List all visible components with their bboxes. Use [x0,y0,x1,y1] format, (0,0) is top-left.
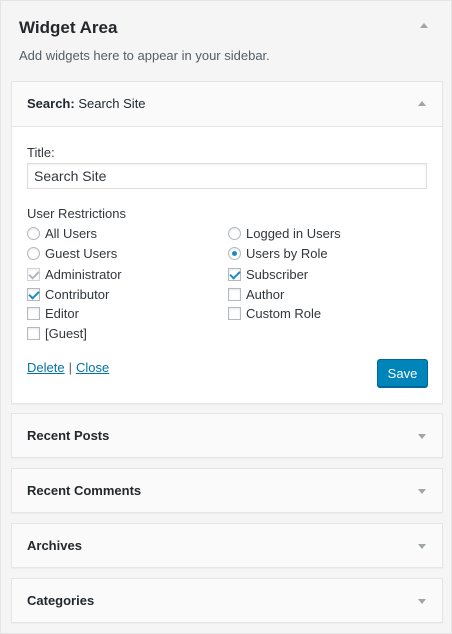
checkbox-author[interactable]: Author [228,286,284,302]
search-widget: Search: Search Site Title: User Restrict… [11,81,443,404]
widget-recent-posts: Recent Posts [11,413,443,458]
checkbox[interactable] [27,306,40,320]
checkbox-editor[interactable]: Editor [27,305,79,321]
checkbox-custom-role[interactable]: Custom Role [228,305,321,321]
close-link[interactable]: Close [76,360,109,375]
radio-label: Users by Role [246,245,328,261]
area-collapse-toggle[interactable] [417,19,431,33]
radio-label: Logged in Users [246,225,341,241]
checkbox-label: [Guest] [45,325,87,341]
widget-area: Widget Area Add widgets here to appear i… [0,0,452,634]
save-button[interactable]: Save [377,359,428,387]
search-widget-form: Title: User Restrictions All Users Logge… [12,126,442,403]
radio-button[interactable] [27,246,40,260]
radio-button[interactable] [228,246,241,260]
delete-link[interactable]: Delete [27,360,65,375]
expand-arrow[interactable] [417,486,427,496]
radio-label: Guest Users [45,245,118,261]
radio-guest-users[interactable]: Guest Users [27,245,117,261]
checkbox[interactable] [27,326,40,340]
checkbox[interactable] [228,306,241,320]
title-input[interactable] [27,163,427,189]
radio-all-users[interactable]: All Users [27,225,97,241]
widget-categories: Categories [11,578,443,623]
triangle-up-icon [418,101,426,106]
title-label: Title: [27,145,55,160]
radio-button[interactable] [228,226,241,240]
widget-area-description: Add widgets here to appear in your sideb… [19,48,270,63]
widget-header[interactable]: Recent Comments [12,469,442,512]
widget-archives: Archives [11,523,443,568]
radio-logged-in-users[interactable]: Logged in Users [228,225,341,241]
widget-recent-comments: Recent Comments [11,468,443,513]
checkbox-subscriber[interactable]: Subscriber [228,266,308,282]
radio-button[interactable] [27,226,40,240]
link-separator: | [68,360,72,375]
widget-header[interactable]: Recent Posts [12,414,442,457]
triangle-down-icon [418,599,426,604]
widget-title: Categories [27,593,95,608]
checkbox-label: Author [246,286,285,302]
checkbox[interactable] [27,287,40,301]
widget-header[interactable]: Archives [12,524,442,567]
radio-label: All Users [45,225,98,241]
widget-name: Search: [27,96,75,111]
checkbox-label: Editor [45,305,79,321]
triangle-down-icon [418,489,426,494]
triangle-down-icon [418,544,426,549]
checkbox-label: Subscriber [246,266,309,282]
checkbox-label: Contributor [45,286,110,302]
checkbox-administrator[interactable]: Administrator [27,266,122,282]
widget-header[interactable]: Categories [12,579,442,622]
user-restrictions-label: User Restrictions [27,206,126,221]
expand-arrow[interactable] [417,596,427,606]
checkbox[interactable] [228,267,241,281]
widget-control-links: Delete | Close [27,360,109,375]
search-widget-title: Search: Search Site [27,96,146,111]
search-widget-header[interactable]: Search: Search Site [12,82,442,126]
triangle-up-icon [420,23,428,28]
checkbox-label: Administrator [45,266,122,282]
widget-title: Archives [27,538,82,553]
expand-arrow[interactable] [417,541,427,551]
checkbox[interactable] [27,267,40,281]
collapse-arrow[interactable] [417,99,427,109]
checkbox-contributor[interactable]: Contributor [27,286,109,302]
expand-arrow[interactable] [417,431,427,441]
checkbox-guest[interactable]: [Guest] [27,325,87,341]
widget-area-title: Widget Area [19,18,118,37]
widget-in-title: Search Site [78,96,146,111]
widget-title: Recent Posts [27,428,110,443]
radio-users-by-role[interactable]: Users by Role [228,245,328,261]
checkbox-label: Custom Role [246,305,322,321]
widget-title: Recent Comments [27,483,142,498]
triangle-down-icon [418,434,426,439]
checkbox[interactable] [228,287,241,301]
